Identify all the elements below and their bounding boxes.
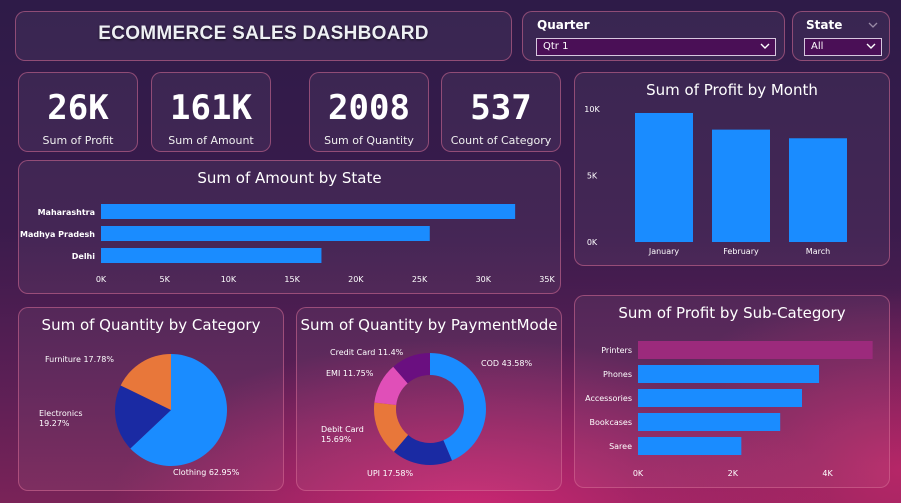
tick-label: 0K — [587, 238, 598, 247]
bar — [101, 226, 430, 241]
state-dropdown[interactable]: All — [804, 38, 882, 56]
kpi-card-category-count: 537 Count of Category — [441, 72, 561, 152]
data-label: 19.27% — [39, 419, 70, 428]
kpi-value: 26K — [47, 88, 109, 128]
category-label: Maharashtra — [38, 208, 95, 217]
tick-label: 10K — [221, 275, 237, 284]
tick-label: 20K — [348, 275, 364, 284]
kpi-label: Sum of Profit — [42, 134, 114, 147]
state-slicer-label: State — [806, 18, 843, 32]
tick-label: 35K — [539, 275, 555, 284]
bar — [635, 112, 693, 242]
amount-by-state-chart: Maharashtra Madhya Pradesh Delhi 0K 5K 10K 15K… — [20, 204, 555, 284]
kpi-value: 161K — [170, 88, 252, 128]
data-label: Clothing 62.95% — [173, 468, 240, 477]
tick-label: 30K — [476, 275, 492, 284]
category-label: Phones — [603, 370, 632, 379]
category-label: March — [806, 247, 830, 256]
profit-by-month-chart: January February March 0K 5K 10K — [584, 105, 847, 256]
data-label: Furniture 17.78% — [45, 355, 114, 364]
dashboard-title-card: ECOMMERCE SALES DASHBOARD — [15, 11, 512, 61]
kpi-value: 2008 — [328, 88, 410, 128]
dashboard-title: ECOMMERCE SALES DASHBOARD — [98, 23, 429, 44]
quantity-by-category-chart: Clothing 62.95% Electronics19.27% Furnitur… — [39, 354, 240, 477]
bar — [789, 138, 847, 242]
quarter-dropdown[interactable]: Qtr 1 — [536, 38, 776, 56]
tick-label: 5K — [160, 275, 171, 284]
data-label: Electronics — [39, 409, 83, 418]
state-dropdown-value: All — [811, 41, 824, 52]
profit-by-month-card: Sum of Profit by Month January February Ma… — [574, 72, 890, 266]
tick-label: 25K — [412, 275, 428, 284]
bar — [101, 248, 322, 263]
tick-label: 2K — [728, 469, 739, 478]
kpi-card-quantity: 2008 Sum of Quantity — [309, 72, 429, 152]
kpi-card-amount: 161K Sum of Amount — [151, 72, 271, 152]
quantity-by-paymentmode-chart: COD 43.58% UPI 17.58% Debit Card15.69% EMI … — [321, 348, 532, 478]
quarter-slicer-label: Quarter — [537, 18, 590, 32]
amount-by-state-card: Sum of Amount by State Maharashtra Madhya… — [18, 160, 561, 294]
kpi-value: 537 — [470, 88, 532, 128]
quarter-dropdown-value: Qtr 1 — [543, 41, 569, 52]
data-label: UPI 17.58% — [367, 469, 413, 478]
kpi-label: Sum of Quantity — [324, 134, 414, 147]
data-label: COD 43.58% — [481, 359, 532, 368]
bar — [638, 437, 742, 455]
data-label: 15.69% — [321, 435, 352, 444]
bar — [638, 341, 873, 359]
category-label: January — [648, 247, 680, 256]
kpi-label: Count of Category — [450, 134, 552, 147]
bar — [101, 204, 516, 219]
category-label: Madhya Pradesh — [20, 230, 95, 239]
tick-label: 4K — [822, 469, 833, 478]
category-label: February — [723, 247, 759, 256]
tick-label: 15K — [284, 275, 300, 284]
quarter-slicer: Quarter Qtr 1 — [522, 11, 785, 61]
tick-label: 10K — [584, 105, 600, 114]
bar — [638, 389, 803, 407]
category-label: Saree — [609, 442, 632, 451]
category-label: Accessories — [585, 394, 632, 403]
tick-label: 0K — [96, 275, 107, 284]
data-label: Debit Card — [321, 425, 364, 434]
kpi-card-profit: 26K Sum of Profit — [18, 72, 138, 152]
kpi-label: Sum of Amount — [168, 134, 254, 147]
bar — [638, 365, 820, 383]
quantity-by-category-card: Sum of Quantity by Category Clothing 62.… — [18, 307, 284, 491]
data-label: EMI 11.75% — [326, 369, 374, 378]
chevron-down-icon — [760, 43, 770, 49]
category-label: Bookcases — [590, 418, 632, 427]
bar — [638, 413, 781, 431]
category-label: Delhi — [72, 252, 96, 261]
bar — [712, 129, 770, 242]
chevron-down-icon — [866, 43, 876, 49]
collapse-chevron-icon[interactable] — [867, 20, 879, 30]
state-slicer: State All — [792, 11, 890, 61]
profit-by-subcategory-chart: Printers Phones Accessories Bookcases Saree 0… — [585, 341, 873, 478]
data-label: Credit Card 11.4% — [330, 348, 404, 357]
category-label: Printers — [601, 346, 632, 355]
tick-label: 0K — [633, 469, 644, 478]
tick-label: 5K — [587, 172, 598, 181]
quantity-by-paymentmode-card: Sum of Quantity by PaymentMode COD 43.58… — [296, 307, 562, 491]
profit-by-subcategory-card: Sum of Profit by Sub-Category Printers Ph… — [574, 295, 890, 488]
